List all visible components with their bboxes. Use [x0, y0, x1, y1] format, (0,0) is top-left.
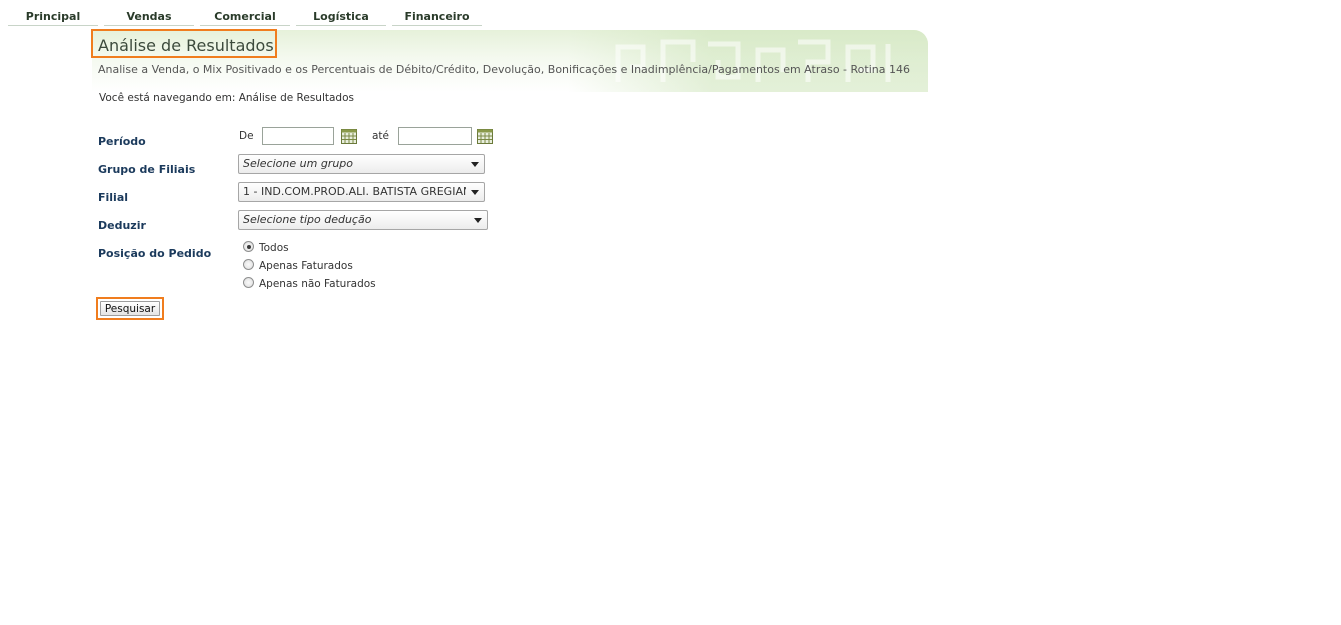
periodo-from-input[interactable] — [262, 127, 334, 145]
radio-apenas-nao-faturados[interactable] — [243, 277, 254, 288]
grupo-filiais-label: Grupo de Filiais — [98, 163, 196, 176]
calendar-icon[interactable] — [477, 129, 493, 144]
nav-item-principal[interactable]: Principal — [8, 0, 98, 26]
radio-checked-dot — [247, 245, 251, 249]
nav-item-vendas[interactable]: Vendas — [104, 0, 194, 26]
filial-select[interactable]: 1 - IND.COM.PROD.ALI. BATISTA GREGIANI — [238, 182, 485, 202]
posicao-pedido-label: Posição do Pedido — [98, 247, 212, 260]
nav-item-financeiro[interactable]: Financeiro — [392, 0, 482, 26]
chevron-down-icon — [471, 190, 479, 195]
radio-todos[interactable] — [243, 241, 254, 252]
banner-decoration — [568, 30, 928, 92]
search-button[interactable]: Pesquisar — [100, 301, 160, 316]
deduzir-select[interactable]: Selecione tipo dedução — [238, 210, 488, 230]
filial-label: Filial — [98, 191, 129, 204]
chevron-down-icon — [471, 162, 479, 167]
radio-apenas-nao-faturados-label: Apenas não Faturados — [259, 278, 376, 290]
periodo-to-input[interactable] — [398, 127, 472, 145]
page-subtitle: Analise a Venda, o Mix Positivado e os P… — [98, 63, 910, 76]
periodo-from-label: De — [239, 130, 254, 142]
radio-todos-label: Todos — [259, 242, 289, 254]
periodo-to-label: até — [372, 130, 390, 142]
grupo-filiais-select[interactable]: Selecione um grupo — [238, 154, 485, 174]
radio-apenas-faturados-label: Apenas Faturados — [259, 260, 353, 272]
deduzir-value: Selecione tipo dedução — [243, 213, 372, 226]
breadcrumb: Você está navegando em: Análise de Resul… — [99, 92, 354, 104]
chevron-down-icon — [474, 218, 482, 223]
breadcrumb-current: Análise de Resultados — [238, 92, 354, 104]
calendar-icon[interactable] — [341, 129, 357, 144]
breadcrumb-prefix: Você está navegando em: — [99, 92, 236, 104]
nav-item-comercial[interactable]: Comercial — [200, 0, 290, 26]
banner-pattern-icon — [615, 39, 891, 82]
radio-apenas-faturados[interactable] — [243, 259, 254, 270]
page-title: Análise de Resultados — [98, 36, 274, 55]
periodo-label: Período — [98, 135, 146, 148]
deduzir-label: Deduzir — [98, 219, 146, 232]
filial-value: 1 - IND.COM.PROD.ALI. BATISTA GREGIANI — [243, 185, 466, 198]
nav-item-logistica[interactable]: Logística — [296, 0, 386, 26]
grupo-filiais-value: Selecione um grupo — [243, 157, 354, 170]
